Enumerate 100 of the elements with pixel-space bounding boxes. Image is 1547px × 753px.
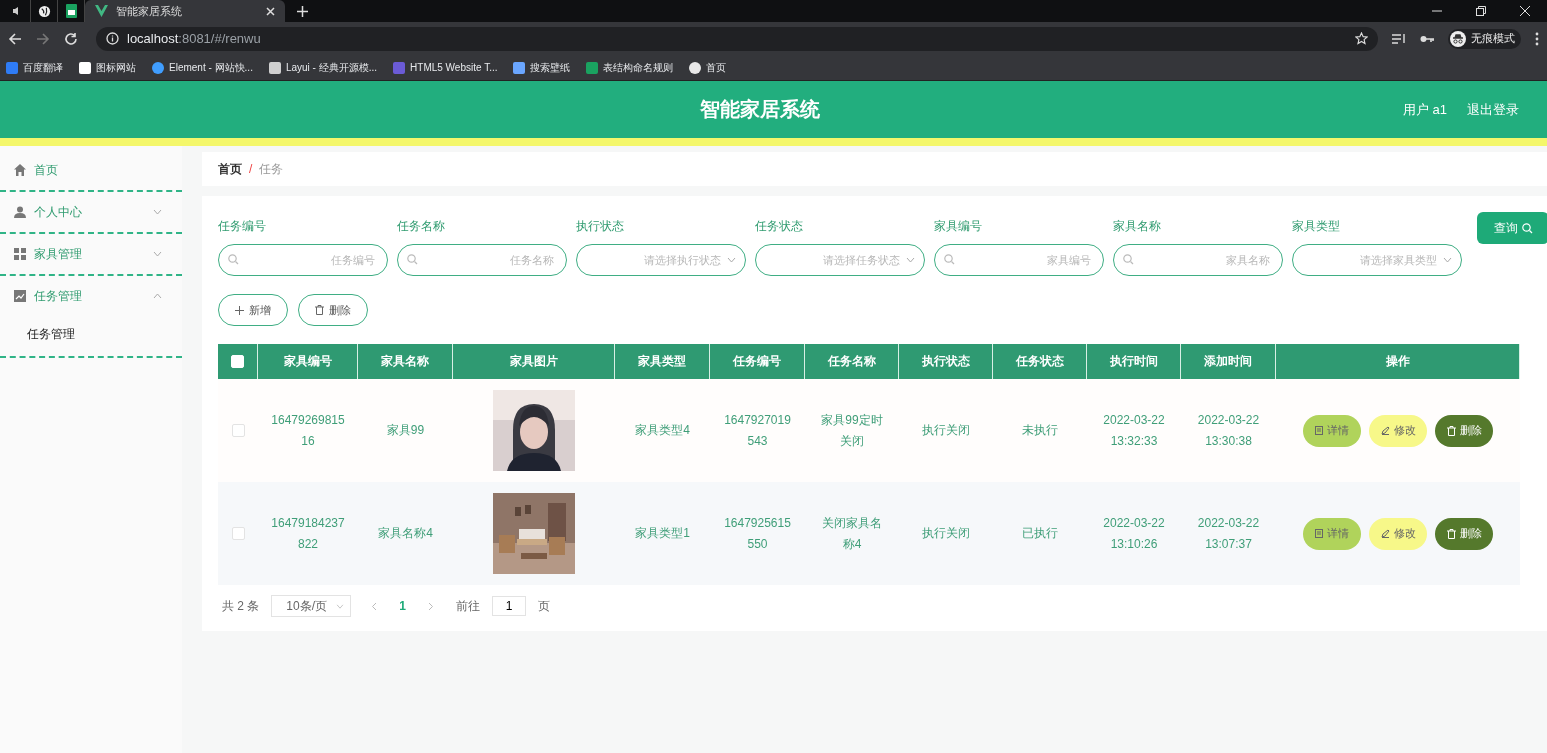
menu-item[interactable]: 家具管理 [0,234,182,274]
restore-icon[interactable] [1476,6,1486,16]
details-button[interactable]: 详情 [1303,414,1361,447]
breadcrumb-item[interactable]: 首页 [218,160,242,178]
v-logo-icon [95,5,108,17]
submenu-item[interactable]: 任务管理 [0,316,182,356]
info-icon [106,32,119,45]
delete-button[interactable]: 删除 [1435,414,1493,447]
bookmark[interactable]: HTML5 Website T... [393,61,498,74]
bookmark-icon [6,61,18,74]
total-count: 共 2 条 [222,597,260,615]
checkbox[interactable] [231,424,245,437]
spreadsheet-icon [65,4,77,18]
home-icon [14,164,26,176]
bookmark[interactable]: 图标网站 [79,60,136,75]
bookmark-icon [79,61,91,74]
page-input[interactable]: 1 [492,596,527,616]
input-field[interactable]: 家具名称 [1113,244,1283,276]
table-cell-text: 家具类型1 [634,525,691,542]
page-suffix: 页 [538,597,551,615]
pencil-icon [1380,426,1390,435]
document-icon [1315,426,1323,435]
more-icon[interactable] [1535,31,1539,46]
search-icon [1521,222,1533,234]
new-tab-icon[interactable] [297,5,308,17]
filter-label: 任务状态 [755,218,804,235]
star-icon[interactable] [1355,32,1368,45]
bookmark[interactable]: Layui - 经典开源模... [268,60,378,75]
filter-label: 任务名称 [397,218,446,235]
bookmark-icon [152,61,164,74]
input-field[interactable]: 任务名称 [397,244,567,276]
breadcrumb-item: 任务 [259,160,284,178]
chevron-down-icon [336,603,345,609]
bookmark-icon [689,61,702,74]
table-cell-text: 未执行 [1021,422,1059,439]
filter-label: 执行状态 [576,218,625,235]
table-cell-text: 2022-03-22 13:07:37 [1196,514,1261,553]
chevron-down-icon [906,257,915,263]
select-field[interactable]: 请选择家具类型 [1292,244,1462,276]
table-cell-text: 2022-03-22 13:30:38 [1196,411,1261,450]
add-button[interactable]: 新增 [218,294,288,326]
checkbox[interactable] [231,527,245,540]
user-icon [14,206,26,218]
reload-icon[interactable] [64,31,78,46]
select-field[interactable]: 请选择任务状态 [755,244,925,276]
address-bar[interactable]: localhost:8081/#/renwu [96,26,1378,51]
table-cell-text: 家具99 [385,422,426,439]
bookmark-icon [513,61,526,74]
browser-tab[interactable]: 智能家居系统 [85,0,285,22]
edit-button[interactable]: 修改 [1369,517,1427,550]
trash-icon [1446,528,1456,539]
pencil-icon [1380,529,1390,538]
filter-label: 家具编号 [934,218,983,235]
input-field[interactable]: 家具编号 [934,244,1104,276]
filter-label: 任务编号 [218,218,267,235]
goto-label: 前往 [456,597,481,615]
search-icon [228,254,239,265]
menu-item[interactable]: 任务管理 [0,276,182,316]
filter-label: 家具名称 [1113,218,1162,235]
bookmark-icon [586,61,599,74]
page-size-select[interactable]: 10条/页 [271,595,352,617]
edit-button[interactable]: 修改 [1369,414,1427,447]
bookmark[interactable]: 百度翻译 [6,60,63,75]
table-cell-text: 2022-03-22 13:10:26 [1102,514,1166,553]
close-icon[interactable] [1520,6,1530,16]
back-icon[interactable] [8,31,22,46]
delete-button[interactable]: 删除 [298,294,368,326]
input-field[interactable]: 任务编号 [218,244,388,276]
app-title: 智能家居系统 [699,97,820,122]
chart-icon [14,290,26,302]
incognito-icon [1450,30,1466,47]
table-cell-text: 家具99定时关闭 [820,411,884,450]
bookmark[interactable]: Element - 网站快... [152,60,253,75]
incognito-badge[interactable]: 无痕模式 [1448,28,1521,49]
search-icon [1123,254,1134,265]
menu-item[interactable]: 首页 [0,150,182,190]
table-cell-text: 1647926981516 [270,411,346,450]
table-cell-text: 执行关闭 [921,422,971,439]
bookmark[interactable]: 表结构命名规则 [586,60,674,75]
document-icon [1315,529,1323,538]
details-button[interactable]: 详情 [1303,517,1361,550]
select-field[interactable]: 请选择执行状态 [576,244,746,276]
bookmark[interactable]: 首页 [689,60,727,75]
table-cell-text: 家具名称4 [377,525,434,542]
forward-icon[interactable] [36,31,50,46]
search-icon [944,254,955,265]
bookmark-icon [393,61,406,74]
close-icon[interactable] [266,6,275,16]
url-text: localhost:8081/#/renwu [127,31,261,46]
key-icon[interactable] [1420,33,1434,44]
user-name: 用户 a1 [1402,100,1447,119]
delete-button[interactable]: 删除 [1435,517,1493,550]
bookmark-icon [268,61,281,74]
table-cell-text: 已执行 [1021,525,1059,542]
playlist-icon[interactable] [1392,32,1406,45]
bookmark[interactable]: 搜索壁纸 [513,60,571,75]
grid-icon [14,248,26,260]
table-cell-text: 2022-03-22 13:32:33 [1102,411,1166,450]
plus-icon [235,305,244,315]
globe-icon [37,4,51,18]
